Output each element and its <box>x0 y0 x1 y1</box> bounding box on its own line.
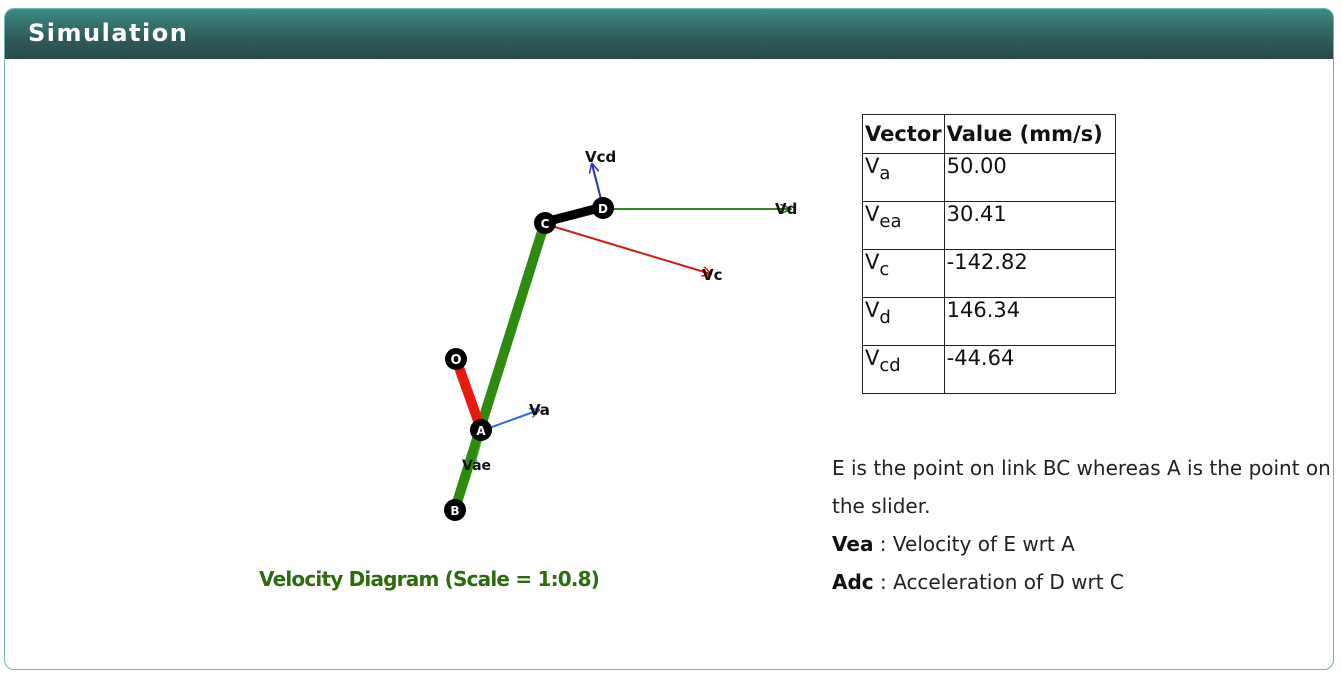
vector-value: -142.82 <box>943 249 1116 298</box>
table-row: Va 50.00 <box>862 153 1116 202</box>
joint-o: O <box>445 348 467 370</box>
svg-text:C: C <box>541 217 550 231</box>
table-row: Vd 146.34 <box>862 297 1116 346</box>
velocity-diagram: O A B C D Vcd Vd Vc Va Vae Velocity Diag… <box>259 148 797 591</box>
notes: E is the point on link BC whereas A is t… <box>832 449 1333 601</box>
note-adc: Adc : Acceleration of D wrt C <box>832 563 1333 601</box>
svg-text:O: O <box>450 353 461 368</box>
vector-value: 146.34 <box>943 297 1116 346</box>
diagram-caption: Velocity Diagram (Scale = 1:0.8) <box>259 567 599 591</box>
label-vae: Vae <box>462 458 491 474</box>
vector-name: Vea <box>862 201 945 250</box>
joint-a: A <box>470 419 492 441</box>
label-vc: Vc <box>702 266 723 284</box>
note-adc-term: Adc <box>832 570 874 594</box>
simulation-panel: Simulation O A B C D Vcd Vd Vc Va Vae Ve… <box>4 8 1334 670</box>
vector-value: 50.00 <box>943 153 1116 202</box>
note-adc-desc: : Acceleration of D wrt C <box>873 570 1124 594</box>
vector-value: 30.41 <box>943 201 1116 250</box>
header-value: Value (mm/s) <box>943 114 1116 154</box>
vector-name: Va <box>862 153 945 202</box>
note-description: E is the point on link BC whereas A is t… <box>832 456 1331 518</box>
joint-c: C <box>534 212 556 234</box>
velocity-table: Vector Value (mm/s) Va 50.00 Vea 30.41 V… <box>862 114 1116 394</box>
svg-text:B: B <box>450 504 459 518</box>
vector-vc <box>544 223 711 274</box>
link-oa <box>451 357 486 431</box>
note-vea-term: Vea <box>832 532 874 556</box>
table-row: Vcd -44.64 <box>862 345 1116 394</box>
table-header-row: Vector Value (mm/s) <box>862 114 1116 154</box>
note-vea: Vea : Velocity of E wrt A <box>832 525 1333 563</box>
table-row: Vea 30.41 <box>862 201 1116 250</box>
label-vd: Vd <box>775 200 797 218</box>
vector-name: Vcd <box>862 345 945 394</box>
label-va: Va <box>529 401 550 419</box>
note-vea-desc: : Velocity of E wrt A <box>873 532 1075 556</box>
svg-text:D: D <box>598 202 608 216</box>
vector-name: Vd <box>862 297 945 346</box>
label-vcd: Vcd <box>585 148 616 166</box>
header-vector: Vector <box>862 114 945 154</box>
joint-d: D <box>592 197 614 219</box>
vector-value: -44.64 <box>943 345 1116 394</box>
vector-name: Vc <box>862 249 945 298</box>
joint-b: B <box>444 499 466 521</box>
table-row: Vc -142.82 <box>862 249 1116 298</box>
svg-text:A: A <box>476 424 486 438</box>
